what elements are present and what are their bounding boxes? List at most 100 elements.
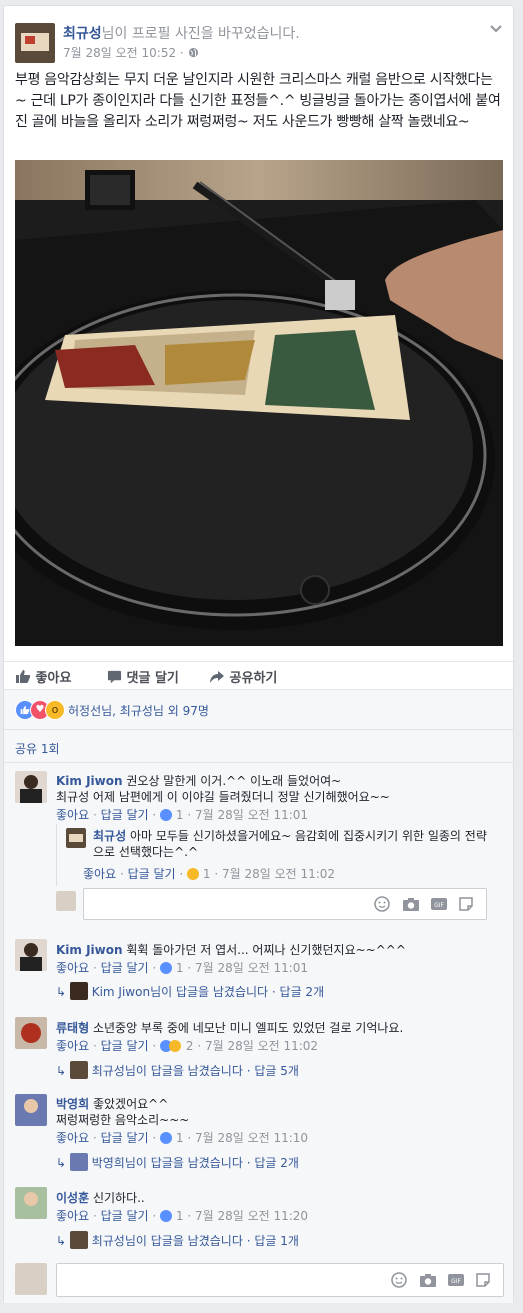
reply-author[interactable]: 최규성 — [93, 829, 126, 843]
reply-reply-link[interactable]: 답글 달기 — [128, 867, 176, 881]
post-actions-divider — [4, 661, 513, 662]
reply-summary-text: 님이 답글을 남겼습니다 · 답글 5개 — [124, 1064, 299, 1078]
camera-icon[interactable] — [419, 1272, 437, 1288]
comment-text: 신기하다.. — [92, 1191, 145, 1205]
chevron-down-icon[interactable] — [489, 19, 503, 38]
share-action-label: 공유하기 — [229, 671, 278, 686]
reply-thread-line — [56, 824, 57, 886]
post-action: 님이 프로필 사진을 바꾸었습니다. — [101, 26, 300, 42]
wow-reaction-icon: o — [45, 700, 65, 720]
reply-summary-avatar — [69, 1153, 88, 1171]
reaction-count-icons — [160, 1040, 182, 1052]
reply-summary[interactable]: ↳ 최규성님이 답글을 남겼습니다 · 답글 1개 — [56, 1231, 299, 1249]
commenter-avatar[interactable] — [15, 1094, 47, 1126]
divider — [4, 762, 513, 763]
my-avatar — [56, 891, 76, 911]
author-avatar[interactable] — [15, 23, 55, 63]
reply-summary[interactable]: ↳ 최규성님이 답글을 남겼습니다 · 답글 5개 — [56, 1061, 299, 1079]
commenter-avatar[interactable] — [15, 1187, 47, 1219]
comment-action[interactable]: 댓글 달기 — [107, 667, 179, 686]
comment-text: 권오상 말한게 이거.^^ 이노래 들었어여~ — [126, 774, 342, 788]
reply-summary-name: 최규성 — [91, 1234, 125, 1248]
comment-meta: 1 · 7월 28일 오전 11:01 — [175, 961, 309, 975]
comment-like-link[interactable]: 좋아요 — [56, 808, 89, 822]
post-photo[interactable] — [15, 160, 503, 646]
like-count-icon — [160, 962, 173, 974]
like-action[interactable]: 좋아요 — [15, 667, 71, 686]
like-count-icon — [160, 1210, 173, 1222]
post-text: 부평 음악감상회는 무지 더운 날인지라 시원한 크리스마스 캐럴 음반으로 시… — [15, 72, 501, 130]
comment-author[interactable]: 이성훈 — [56, 1191, 89, 1205]
comment-reply-link[interactable]: 답글 달기 — [101, 961, 149, 975]
comment-meta-row: 좋아요 · 답글 달기 · 1 · 7월 28일 오전 11:10 — [56, 1131, 309, 1145]
reply-avatar[interactable] — [66, 828, 86, 848]
comment-text: 쩌렁쩌렁한 음악소리~~~ — [56, 1113, 190, 1127]
reply-input[interactable]: GIF — [83, 888, 487, 920]
comment-meta-row: 좋아요 · 답글 달기 · 1 · 7월 28일 오전 11:01 — [56, 808, 309, 822]
comment-input[interactable]: GIF — [56, 1263, 504, 1297]
shares-count[interactable]: 공유 1회 — [15, 740, 60, 757]
reply-summary-name: 박영희 — [91, 1156, 125, 1170]
post-header-line: 최규성님이 프로필 사진을 바꾸었습니다. — [63, 23, 300, 43]
post-card: 최규성님이 프로필 사진을 바꾸었습니다. 7월 28일 오전 10:52 · … — [3, 5, 514, 1303]
comment-author[interactable]: 박영희 — [56, 1097, 89, 1111]
comment-reply-link[interactable]: 답글 달기 — [101, 1039, 149, 1053]
svg-text:GIF: GIF — [434, 902, 444, 909]
reply-meta-row: 좋아요 · 답글 달기 · 1 · 7월 28일 오전 11:02 — [83, 867, 336, 881]
sticker-icon[interactable] — [475, 1272, 493, 1288]
reply-meta: 1 · 7월 28일 오전 11:02 — [202, 867, 336, 881]
wow-count-icon — [187, 868, 200, 880]
comment-meta-row: 좋아요 · 답글 달기 · 1 · 7월 28일 오전 11:20 — [56, 1209, 309, 1223]
gif-icon[interactable]: GIF — [430, 896, 448, 912]
comment-body: Kim Jiwon 휙휙 돌아가던 저 엽서... 어찌나 신기했던지요~~^^… — [56, 941, 496, 958]
reply-summary-name: 최규성 — [91, 1064, 125, 1078]
post-timestamp[interactable]: 7월 28일 오전 10:52 · — [63, 46, 184, 60]
reply-summary-avatar — [69, 1061, 88, 1079]
comment-action-label: 댓글 달기 — [126, 671, 179, 686]
comment-author[interactable]: 류태형 — [56, 1021, 89, 1035]
comment-meta: 1 · 7월 28일 오전 11:01 — [175, 808, 309, 822]
reply-like-link[interactable]: 좋아요 — [83, 867, 116, 881]
comment-body: Kim Jiwon 권오상 말한게 이거.^^ 이노래 들었어여~ 최규성 어제… — [56, 773, 496, 805]
commenter-avatar[interactable] — [15, 939, 47, 971]
like-action-label: 좋아요 — [35, 671, 72, 686]
comment-like-link[interactable]: 좋아요 — [56, 961, 89, 975]
commenter-avatar[interactable] — [15, 1017, 47, 1049]
reply-summary-avatar — [69, 1231, 88, 1249]
comment-text: 최규성 어제 남편에게 이 이야길 들려줬더니 정말 신기해했어요~~ — [56, 790, 390, 804]
divider — [4, 729, 513, 730]
comment-reply-link[interactable]: 답글 달기 — [101, 808, 149, 822]
comment-like-link[interactable]: 좋아요 — [56, 1039, 89, 1053]
thumbs-up-icon — [16, 670, 31, 683]
comment-meta: 2 · 7월 28일 오전 11:02 — [185, 1039, 319, 1053]
my-avatar — [15, 1263, 47, 1295]
comment-author[interactable]: Kim Jiwon — [56, 943, 123, 957]
reply-summary-avatar — [69, 982, 88, 1000]
comment-reply-link[interactable]: 답글 달기 — [101, 1209, 149, 1223]
comment-author[interactable]: Kim Jiwon — [56, 774, 123, 788]
sticker-icon[interactable] — [458, 896, 476, 912]
commenter-avatar[interactable] — [15, 771, 47, 803]
like-count-icon — [160, 1132, 173, 1144]
gif-icon[interactable]: GIF — [447, 1272, 465, 1288]
reaction-summary[interactable]: 허정선님, 최규성님 외 97명 — [68, 702, 209, 719]
author-name[interactable]: 최규성 — [63, 26, 102, 42]
reply-summary-text: 님이 답글을 남겼습니다 · 답글 1개 — [124, 1234, 299, 1248]
emoji-icon[interactable] — [391, 1272, 409, 1288]
reply-arrow-icon: ↳ — [56, 1156, 67, 1170]
reply-summary-text: 님이 답글을 남겼습니다 · 답글 2개 — [150, 985, 325, 999]
reply-summary-text: 님이 답글을 남겼습니다 · 답글 2개 — [124, 1156, 299, 1170]
reply-summary[interactable]: ↳ 박영희님이 답글을 남겼습니다 · 답글 2개 — [56, 1153, 299, 1171]
emoji-icon[interactable] — [374, 896, 392, 912]
comment-like-link[interactable]: 좋아요 — [56, 1209, 89, 1223]
comment-text: 휙휙 돌아가던 저 엽서... 어찌나 신기했던지요~~^^^ — [126, 943, 406, 957]
comment-like-link[interactable]: 좋아요 — [56, 1131, 89, 1145]
reply-summary[interactable]: ↳ Kim Jiwon님이 답글을 남겼습니다 · 답글 2개 — [56, 982, 324, 1000]
camera-icon[interactable] — [402, 896, 420, 912]
reaction-icons[interactable]: ♥ o — [15, 700, 75, 720]
share-action[interactable]: 공유하기 — [209, 667, 277, 686]
svg-text:GIF: GIF — [451, 1278, 461, 1285]
comment-meta: 1 · 7월 28일 오전 11:20 — [175, 1209, 309, 1223]
comment-reply-link[interactable]: 답글 달기 — [101, 1131, 149, 1145]
globe-icon — [188, 47, 198, 58]
